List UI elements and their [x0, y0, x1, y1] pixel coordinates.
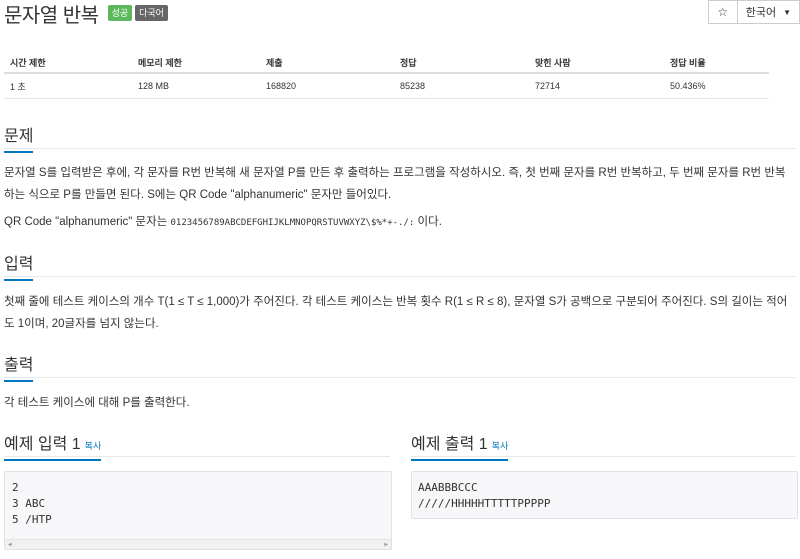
sample-input-copy-button[interactable]: 복사	[85, 441, 102, 451]
info-header-solved-users: 맞힌 사람	[529, 53, 664, 74]
page-title: 문자열 반복	[4, 4, 99, 27]
qr-suffix: 이다.	[417, 216, 442, 228]
input-description: 첫째 줄에 테스트 케이스의 개수 T(1 ≤ T ≤ 1,000)가 주어진다…	[4, 296, 788, 330]
info-value-memory-limit: 128 MB	[132, 73, 260, 99]
sample-input-line: 2	[12, 481, 19, 494]
problem-section-rule	[4, 148, 796, 149]
sample-input-scrollbar[interactable]: ◀ ▶	[5, 539, 391, 549]
info-header-memory-limit: 메모리 제한	[132, 53, 260, 74]
qr-charset-code: 0123456789ABCDEFGHIJKLMNOPQRSTUVWXYZ\$%*…	[170, 218, 415, 228]
language-label: 한국어	[745, 7, 777, 19]
star-button[interactable]: ☆	[707, 0, 738, 24]
language-dropdown[interactable]: 한국어 ▼	[737, 0, 800, 24]
sample-output-line: AAABBBCCC	[418, 481, 478, 494]
sample-output-box[interactable]: AAABBBCCC /////HHHHHTTTTTPPPPP	[411, 471, 798, 519]
sample-output-rule	[411, 456, 796, 457]
scroll-left-arrow-icon[interactable]: ◀	[8, 540, 12, 549]
scroll-right-arrow-icon[interactable]: ▶	[384, 540, 388, 549]
sample-input-rule	[4, 456, 390, 457]
info-header-row: 시간 제한 메모리 제한 제출 정답 맞힌 사람 정답 비율	[4, 53, 769, 74]
info-value-solved-users[interactable]: 72714	[529, 73, 664, 99]
top-controls: ☆ 한국어 ▼	[707, 0, 800, 24]
info-header-time-limit: 시간 제한	[4, 53, 132, 74]
output-description: 각 테스트 케이스에 대해 P를 출력한다.	[4, 397, 190, 409]
info-header-accepted: 정답	[394, 53, 529, 74]
status-badge-multilang[interactable]: 다국어	[135, 5, 168, 21]
info-value-time-limit: 1 초	[4, 73, 132, 99]
info-value-row: 1 초 128 MB 168820 85238 72714 50.436%	[4, 73, 769, 99]
info-header-ratio: 정답 비율	[664, 53, 769, 74]
sample-input-box[interactable]: 2 3 ABC 5 /HTP ◀ ▶	[4, 471, 392, 550]
sample-output-content: AAABBBCCC /////HHHHHTTTTTPPPPP	[412, 472, 797, 512]
problem-header: 문자열 반복 성공 다국어	[4, 0, 168, 27]
info-value-accepted: 85238	[394, 73, 529, 99]
sample-output-title: 예제 출력 1	[411, 436, 488, 453]
sample-input-content: 2 3 ABC 5 /HTP	[5, 472, 391, 528]
qr-charset-line: QR Code "alphanumeric" 문자는 0123456789ABC…	[4, 211, 796, 234]
sample-output-line: /////HHHHHTTTTTPPPPP	[418, 497, 551, 510]
info-header-submissions: 제출	[260, 53, 394, 74]
problem-info-table: 시간 제한 메모리 제한 제출 정답 맞힌 사람 정답 비율 1 초 128 M…	[4, 53, 769, 99]
problem-description: 문자열 S를 입력받은 후에, 각 문자를 R번 반복해 새 문자열 P를 만든…	[4, 167, 786, 201]
info-value-submissions[interactable]: 168820	[260, 73, 394, 99]
status-badge-success: 성공	[107, 5, 133, 21]
input-section-rule	[4, 276, 796, 277]
star-icon: ☆	[717, 5, 729, 19]
sample-input-line: 3 ABC	[12, 497, 46, 510]
sample-input-line: 5 /HTP	[12, 513, 52, 526]
output-section-rule	[4, 377, 796, 378]
sample-input-title: 예제 입력 1	[4, 436, 81, 453]
caret-down-icon: ▼	[783, 7, 791, 17]
qr-prefix: QR Code "alphanumeric" 문자는	[4, 216, 168, 228]
info-value-ratio: 50.436%	[664, 73, 769, 99]
sample-output-copy-button[interactable]: 복사	[492, 441, 509, 451]
